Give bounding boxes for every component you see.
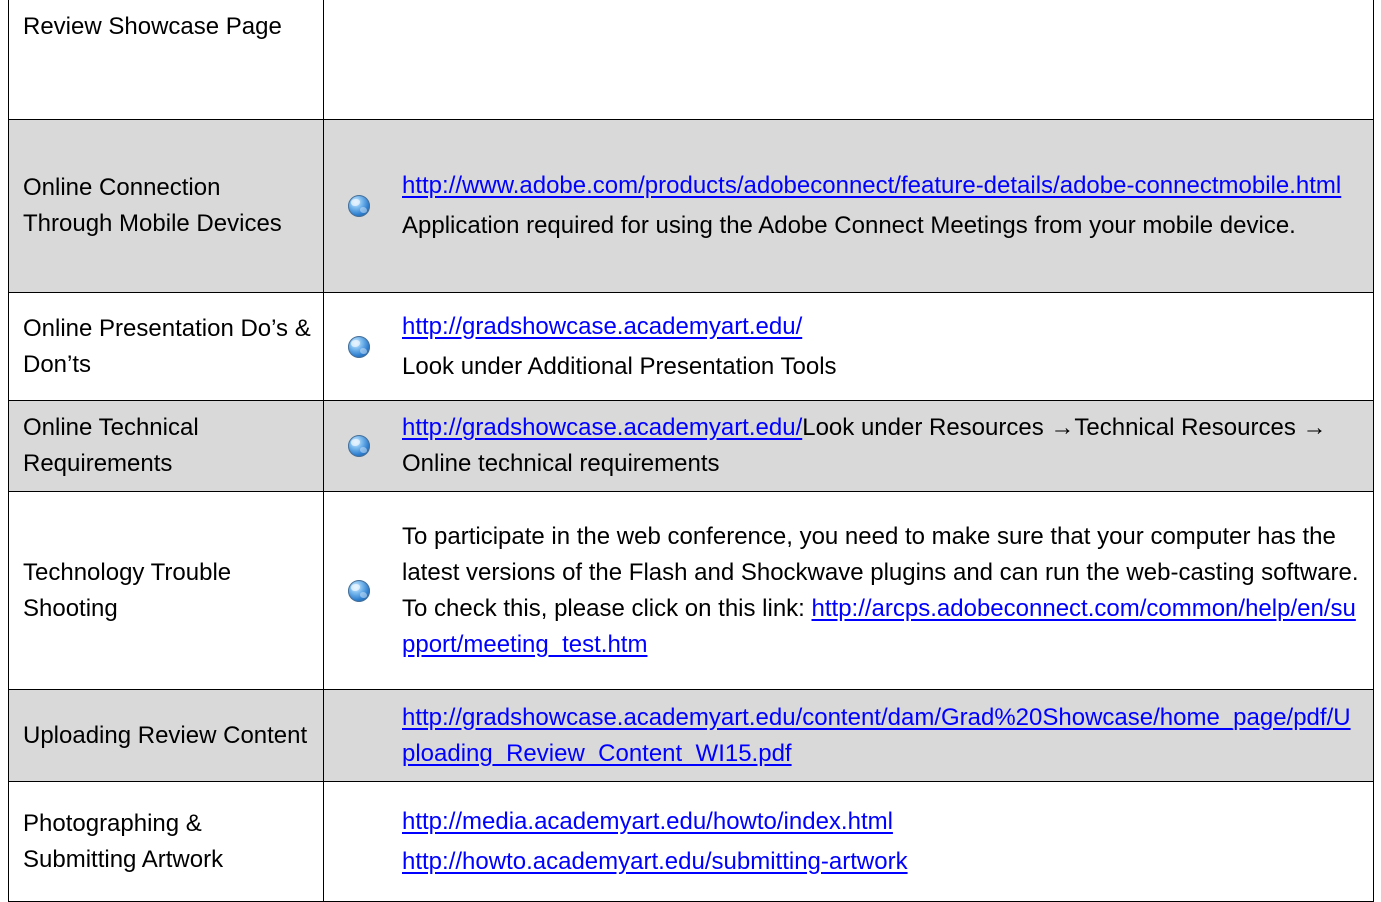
row-label: Online Technical Requirements [8,400,324,492]
howto-index-link[interactable]: http://media.academyart.edu/howto/index.… [402,808,893,835]
row-content: http://gradshowcase.academyart.edu/Look … [323,400,1374,492]
table-row-trouble-shooting: Technology Trouble Shooting To participa… [8,491,1374,690]
table-row-presentation-dos-donts: Online Presentation Do’s & Don’ts http:/… [8,292,1374,401]
uploading-review-content-link[interactable]: http://gradshowcase.academyart.edu/conte… [402,704,1351,767]
row-label: Online Presentation Do’s & Don’ts [8,292,324,401]
gradshowcase-link[interactable]: http://gradshowcase.academyart.edu/ [402,313,802,340]
row-label: Photographing & Submitting Artwork [8,781,324,902]
row-description: Look under Additional Presentation Tools [402,352,837,380]
table-row-photographing-artwork: Photographing & Submitting Artwork http:… [8,781,1374,902]
adobe-connect-mobile-link[interactable]: http://www.adobe.com/products/adobeconne… [402,172,1341,199]
row-label: Online Connection Through Mobile Devices [8,119,324,293]
row-description: Application required for using the Adobe… [402,212,1296,239]
row-content: http://www.adobe.com/products/adobeconne… [323,119,1374,293]
table-row-uploading-content: Uploading Review Content http://gradshow… [8,689,1374,782]
row-content: To participate in the web conference, yo… [323,491,1374,690]
row-content: http://media.academyart.edu/howto/index.… [323,781,1374,902]
gradshowcase-link[interactable]: http://gradshowcase.academyart.edu/ [402,414,802,441]
submitting-artwork-link[interactable]: http://howto.academyart.edu/submitting-a… [402,848,908,875]
globe-icon [348,335,370,358]
globe-icon [348,195,370,217]
globe-icon [348,435,370,457]
resource-table: Review Showcase Page Online Connection T… [8,0,1374,902]
row-content: http://gradshowcase.academyart.edu/ Look… [323,292,1374,401]
table-row-review-showcase: Review Showcase Page [8,0,1374,120]
row-label: Uploading Review Content [8,689,324,782]
row-content-empty [323,0,1374,120]
table-row-mobile-connection: Online Connection Through Mobile Devices… [8,119,1374,293]
row-label: Review Showcase Page [8,0,324,120]
row-content: http://gradshowcase.academyart.edu/conte… [323,689,1374,782]
globe-icon [348,579,370,602]
table-row-technical-requirements: Online Technical Requirements http://gra… [8,400,1374,492]
row-label: Technology Trouble Shooting [8,491,324,690]
